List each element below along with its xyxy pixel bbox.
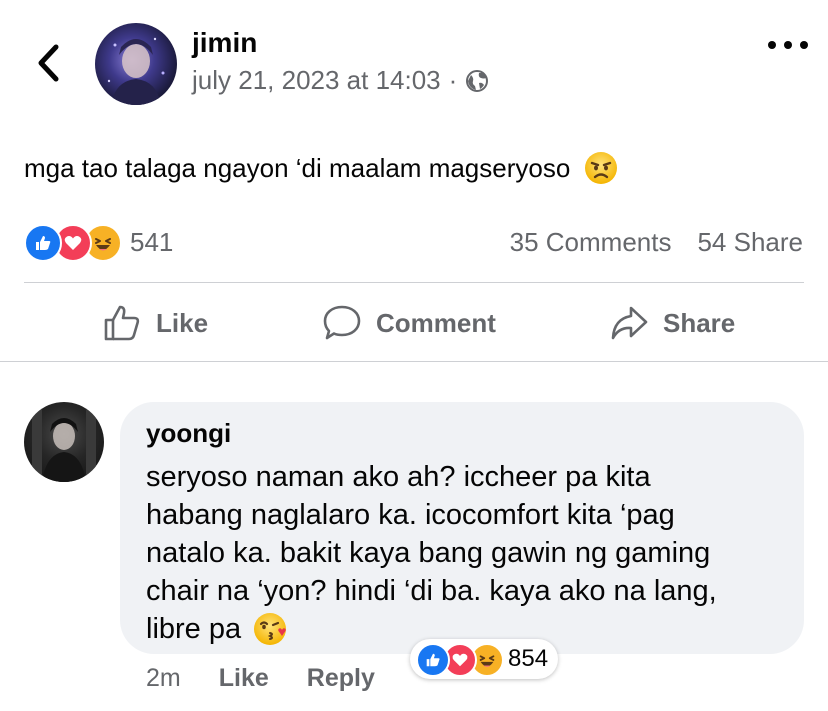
shares-count-link[interactable]: 54 Share	[697, 227, 803, 258]
comment-button[interactable]: Comment	[322, 300, 496, 346]
comment-line: natalo ka. bakit kaya bang gawin ng gami…	[146, 537, 711, 569]
like-reaction-icon	[24, 224, 62, 262]
globe-icon	[466, 69, 489, 92]
comment-line: habang naglalaro ka. icocomfort kita ‘pa…	[146, 499, 675, 531]
share-label: Share	[663, 307, 736, 338]
dot-icon	[784, 41, 792, 49]
divider	[24, 282, 804, 283]
dot-icon	[768, 41, 776, 49]
post-body: mga tao talaga ngayon ‘di maalam magsery…	[24, 151, 618, 185]
section-divider	[0, 361, 828, 362]
post-reactions[interactable]: 541	[24, 224, 174, 262]
like-label: Like	[156, 307, 209, 338]
commenter-avatar[interactable]	[24, 402, 104, 482]
angry-face-emoji-icon	[585, 152, 618, 184]
comment-line: chair na ‘yon? hindi ‘di ba. kaya ako na…	[146, 575, 717, 607]
comments-count-link[interactable]: 35 Comments	[510, 227, 672, 258]
reaction-icons	[416, 643, 504, 677]
post-author-name[interactable]: jimin	[192, 27, 257, 59]
avatar-image	[32, 408, 96, 482]
like-reaction-icon	[416, 643, 450, 677]
comment-label: Comment	[376, 307, 496, 338]
avatar-image	[107, 37, 165, 105]
share-arrow-icon	[611, 306, 648, 340]
more-options-button[interactable]	[768, 34, 808, 56]
reaction-icons	[24, 224, 122, 262]
post-timestamp[interactable]: july 21, 2023 at 14:03	[192, 65, 441, 96]
comment-text: seryoso naman ako ah? iccheer pa kita ha…	[146, 458, 796, 648]
post-text: mga tao talaga ngayon ‘di maalam magsery…	[24, 152, 571, 183]
chevron-left-icon	[38, 44, 59, 82]
thumbs-up-icon	[104, 305, 140, 341]
kiss-emoji-icon	[254, 613, 287, 645]
comment-reply-button[interactable]: Reply	[307, 664, 375, 693]
meta-separator: ·	[448, 65, 458, 95]
comment-line: seryoso naman ako ah? iccheer pa kita	[146, 461, 651, 493]
reaction-count: 541	[130, 226, 174, 257]
comment-line: libre pa	[146, 613, 242, 645]
comment-reactions[interactable]: 854	[410, 639, 559, 679]
comment-bubble-icon	[323, 305, 361, 340]
comment-actions: 2m Like Reply	[146, 664, 375, 693]
post-meta: july 21, 2023 at 14:03 ·	[192, 65, 489, 96]
author-avatar[interactable]	[95, 23, 177, 105]
like-button[interactable]: Like	[102, 300, 208, 346]
comment-time[interactable]: 2m	[146, 664, 181, 693]
comment-author-name[interactable]: yoongi	[146, 418, 231, 449]
comment-like-button[interactable]: Like	[219, 664, 269, 693]
dot-icon	[800, 41, 808, 49]
back-button[interactable]	[30, 40, 66, 86]
post-stats: 35 Comments 54 Share	[510, 227, 803, 258]
share-button[interactable]: Share	[609, 300, 735, 346]
comment-reaction-count: 854	[508, 645, 549, 672]
